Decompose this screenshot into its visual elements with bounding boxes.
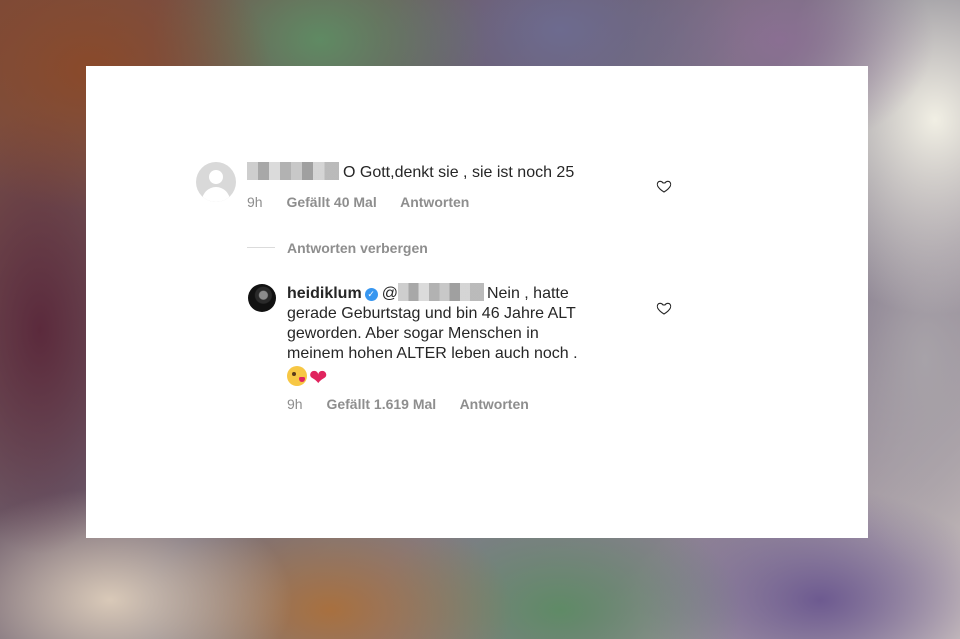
reply-likes-link[interactable]: Gefällt 1.619 Mal — [326, 396, 436, 412]
verified-badge-icon: ✓ — [364, 288, 378, 301]
reply-username[interactable]: heidiklum — [287, 285, 362, 302]
thread-line — [247, 247, 275, 249]
redacted-username[interactable] — [247, 162, 339, 181]
comment-text: O Gott,denkt sie , sie ist noch 25 — [247, 162, 575, 183]
comment-time: 9h — [247, 194, 263, 210]
avatar-head-shape — [209, 170, 223, 184]
comment-meta: 9h Gefällt 40 Mal Antworten — [247, 194, 489, 210]
reply-text-line4: meinem hohen ALTER leben auch noch . — [287, 345, 578, 362]
heart-outline-icon[interactable] — [656, 300, 672, 316]
comment-reply-button[interactable]: Antworten — [400, 194, 469, 210]
hide-replies-label: Antworten verbergen — [287, 239, 428, 256]
reply-text-start: Nein , hatte — [486, 285, 569, 302]
reply-time: 9h — [287, 396, 303, 412]
reply-reply-button[interactable]: Antworten — [460, 396, 529, 412]
redacted-mention[interactable] — [397, 283, 484, 302]
reply-comment-text: heidiklum ✓ @ Nein , hatte gerade Geburtsta… — [287, 283, 632, 390]
comment-likes-link[interactable]: Gefällt 40 Mal — [286, 194, 376, 210]
heart-outline-icon[interactable] — [656, 178, 672, 194]
mention-at: @ — [381, 285, 398, 302]
reply-meta: 9h Gefällt 1.619 Mal Antworten — [287, 396, 549, 412]
reply-text-line3: geworden. Aber sogar Menschen in — [287, 325, 539, 342]
heidiklum-avatar[interactable] — [248, 284, 276, 312]
red-heart-icon: ❤ — [309, 365, 328, 390]
kissing-face-icon — [287, 366, 307, 386]
hide-replies-toggle[interactable]: Antworten verbergen — [247, 239, 428, 256]
avatar-shoulders-shape — [202, 187, 230, 202]
comment-body: O Gott,denkt sie , sie ist noch 25 — [343, 164, 575, 181]
reply-emojis: ❤ — [287, 366, 327, 390]
reply-text-line2: gerade Geburtstag und bin 46 Jahre ALT — [287, 305, 576, 322]
default-avatar[interactable] — [196, 162, 236, 202]
